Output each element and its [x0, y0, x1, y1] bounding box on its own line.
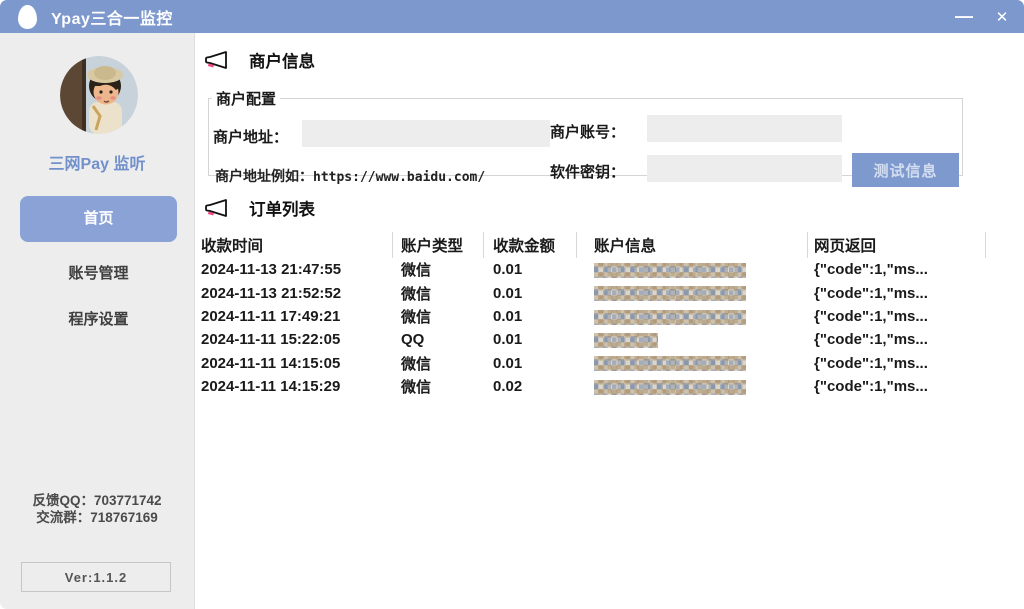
close-button[interactable]: ✕ [984, 0, 1020, 33]
feedback-qq: 反馈QQ：703771742 [0, 493, 194, 510]
merchant-account-label: 商户账号： [550, 121, 625, 142]
sidebar-item-settings[interactable]: 程序设置 [20, 308, 177, 329]
app-egg-icon [18, 5, 37, 29]
web-response: {"code":1,"ms... [808, 378, 986, 395]
avatar [60, 56, 138, 134]
web-response: {"code":1,"ms... [808, 331, 986, 348]
merchant-section-header: 商户信息 [204, 48, 315, 72]
table-row[interactable]: 2024-11-11 14:15:05微信0.01 {"code":1,"ms..… [196, 352, 1024, 375]
account-type: 微信 [393, 283, 484, 304]
masked-account-info [594, 356, 746, 371]
column-header[interactable] [986, 232, 1024, 258]
order-time: 2024-11-11 17:49:21 [196, 308, 393, 325]
account-type: 微信 [393, 376, 484, 397]
masked-account-info [594, 380, 746, 395]
masked-account-info [594, 263, 746, 278]
merchant-section-title: 商户信息 [249, 48, 315, 72]
version-box: Ver:1.1.2 [21, 562, 171, 592]
minimize-button[interactable]: — [946, 0, 982, 33]
order-time: 2024-11-11 15:22:05 [196, 331, 393, 348]
table-row[interactable]: 2024-11-11 15:22:05QQ0.01 {"code":1,"ms..… [196, 328, 1024, 351]
merchant-address-label: 商户地址： [213, 126, 288, 147]
order-time: 2024-11-13 21:52:52 [196, 285, 393, 302]
table-row[interactable]: 2024-11-13 21:47:55微信0.01 {"code":1,"ms..… [196, 258, 1024, 281]
orders-section-header: 订单列表 [204, 196, 315, 220]
account-info [577, 331, 808, 348]
merchant-address-input[interactable] [302, 120, 550, 147]
account-type: 微信 [393, 353, 484, 374]
web-response: {"code":1,"ms... [808, 261, 986, 278]
order-table: 收款时间账户类型收款金额账户信息网页返回 2024-11-13 21:47:55… [196, 232, 1024, 398]
column-header[interactable]: 账户信息 [577, 232, 808, 258]
amount: 0.01 [484, 331, 577, 348]
web-response: {"code":1,"ms... [808, 308, 986, 325]
column-header[interactable]: 账户类型 [393, 232, 484, 258]
amount: 0.02 [484, 378, 577, 395]
hint-url: https://www.baidu.com/ [313, 170, 485, 185]
window-title: Ypay三合一监控 [51, 5, 173, 29]
order-time: 2024-11-13 21:47:55 [196, 261, 393, 278]
profile-name: 三网Pay 监听 [0, 150, 194, 174]
group-qq: 交流群：718767169 [0, 510, 194, 527]
account-info [577, 355, 808, 372]
orders-section-title: 订单列表 [249, 196, 315, 220]
amount: 0.01 [484, 355, 577, 372]
order-table-header: 收款时间账户类型收款金额账户信息网页返回 [196, 232, 1024, 258]
amount: 0.01 [484, 285, 577, 302]
software-key-label: 软件密钥： [550, 161, 625, 182]
column-header[interactable]: 收款金额 [484, 232, 577, 258]
merchant-address-hint: 商户地址例如：https://www.baidu.com/ [215, 166, 485, 186]
web-response: {"code":1,"ms... [808, 355, 986, 372]
order-time: 2024-11-11 14:15:29 [196, 378, 393, 395]
account-info [577, 308, 808, 325]
table-row[interactable]: 2024-11-11 17:49:21微信0.01 {"code":1,"ms..… [196, 305, 1024, 328]
amount: 0.01 [484, 308, 577, 325]
megaphone-icon [204, 48, 232, 72]
masked-account-info [594, 333, 658, 348]
test-info-button[interactable]: 测试信息 [852, 153, 959, 187]
account-info [577, 285, 808, 302]
column-header[interactable]: 网页返回 [808, 232, 986, 258]
merchant-account-input[interactable] [647, 115, 842, 142]
contact-info: 反馈QQ：703771742 交流群：718767169 [0, 493, 194, 526]
account-type: 微信 [393, 306, 484, 327]
account-type: QQ [393, 331, 484, 348]
account-info [577, 261, 808, 278]
column-header[interactable]: 收款时间 [196, 232, 393, 258]
order-time: 2024-11-11 14:15:05 [196, 355, 393, 372]
app-window: Ypay三合一监控 — ✕ [0, 0, 1024, 609]
account-type: 微信 [393, 259, 484, 280]
title-bar: Ypay三合一监控 — ✕ [0, 0, 1024, 33]
account-info [577, 378, 808, 395]
web-response: {"code":1,"ms... [808, 285, 986, 302]
amount: 0.01 [484, 261, 577, 278]
megaphone-icon [204, 196, 232, 220]
merchant-config-group: 商户配置 商户地址： 商户账号： 商户地址例如：https://www.baid… [208, 88, 963, 176]
merchant-group-title: 商户配置 [212, 88, 280, 109]
sidebar: 三网Pay 监听 首页 账号管理 程序设置 反馈QQ：703771742 交流群… [0, 33, 195, 609]
masked-account-info [594, 310, 746, 325]
table-row[interactable]: 2024-11-13 21:52:52微信0.01 {"code":1,"ms..… [196, 281, 1024, 304]
masked-account-info [594, 286, 746, 301]
table-row[interactable]: 2024-11-11 14:15:29微信0.02 {"code":1,"ms..… [196, 375, 1024, 398]
sidebar-item-home[interactable]: 首页 [20, 196, 177, 242]
software-key-input[interactable] [647, 155, 842, 182]
order-rows: 2024-11-13 21:47:55微信0.01{"code":1,"ms..… [196, 258, 1024, 398]
main-content: 商户信息 商户配置 商户地址： 商户账号： 商户地址例如：https://www… [196, 33, 1024, 609]
sidebar-item-accounts[interactable]: 账号管理 [20, 262, 177, 283]
